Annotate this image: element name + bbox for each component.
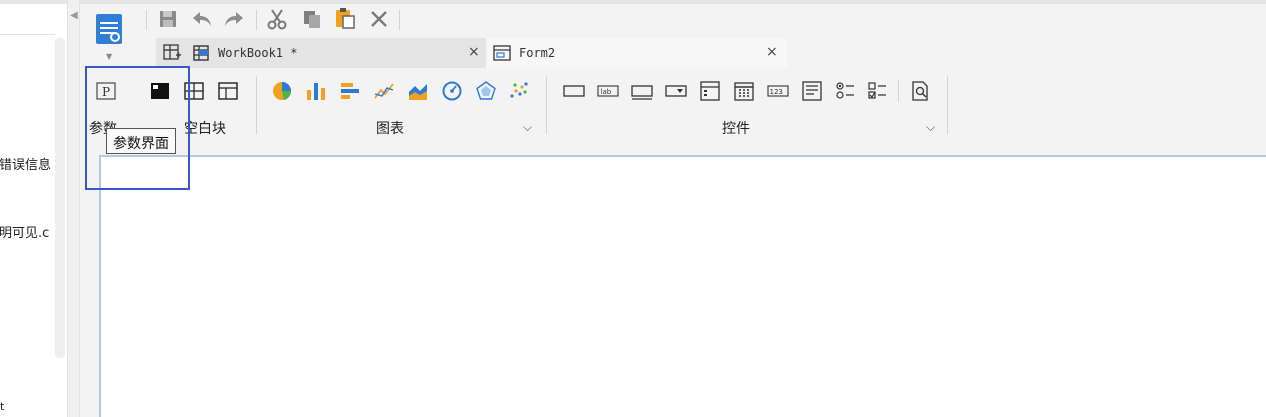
left-pane-scrollbar[interactable] <box>55 38 65 358</box>
undo-icon[interactable] <box>190 7 214 31</box>
dropdown-widget-icon[interactable] <box>665 80 687 102</box>
number-widget-icon[interactable]: 123 <box>767 80 789 102</box>
left-pane-text-1: 错误信息 <box>0 158 52 173</box>
chevron-down-icon[interactable]: ⌵ <box>523 120 532 135</box>
tab-form2-label[interactable]: Form2 × <box>493 38 783 68</box>
split-layout-icon[interactable] <box>217 80 239 102</box>
close-icon[interactable]: × <box>766 44 778 60</box>
form-design-canvas[interactable] <box>99 155 1266 417</box>
text-label-widget-icon[interactable]: lab <box>597 80 619 102</box>
copy-icon[interactable] <box>300 7 324 31</box>
close-icon[interactable]: × <box>468 44 480 60</box>
ribbon-separator <box>546 76 547 134</box>
form-icon <box>493 45 511 61</box>
area-chart-icon[interactable] <box>407 80 429 102</box>
left-pane-text-2: 明可见.c <box>0 226 50 241</box>
radar-chart-icon[interactable] <box>475 80 497 102</box>
gauge-chart-icon[interactable] <box>441 80 463 102</box>
toolbar-separator <box>399 10 400 30</box>
group-label-widget: 控件 <box>722 121 750 137</box>
group-label-chart: 图表 <box>376 121 404 137</box>
text-field-widget-icon[interactable] <box>631 80 653 102</box>
toolbar-separator <box>146 10 147 30</box>
textarea-widget-icon[interactable] <box>801 80 823 102</box>
pie-chart-icon[interactable] <box>271 80 293 102</box>
left-pane-top-strip <box>0 0 67 4</box>
horizontal-bar-chart-icon[interactable] <box>339 80 361 102</box>
pane-splitter[interactable]: ◀ <box>67 0 80 417</box>
tooltip: 参数界面 <box>106 128 176 154</box>
svg-text:lab: lab <box>601 88 612 96</box>
ribbon-separator <box>256 76 257 134</box>
chevron-down-icon[interactable]: ⌵ <box>926 120 935 135</box>
ribbon-separator <box>947 76 948 134</box>
dropdown-tree-widget-icon[interactable] <box>699 80 721 102</box>
tab-workbook1-title: WorkBook1 * <box>218 46 298 60</box>
ribbon-separator <box>898 80 899 102</box>
toolbar-separator <box>256 10 257 30</box>
report-designer-icon[interactable] <box>93 12 127 48</box>
checkbox-group-widget-icon[interactable] <box>867 80 889 102</box>
left-pane-text-3: t <box>0 400 5 413</box>
redo-icon[interactable] <box>222 7 246 31</box>
radio-group-widget-icon[interactable] <box>835 80 857 102</box>
scatter-chart-icon[interactable] <box>508 80 530 102</box>
bar-chart-icon[interactable] <box>305 80 327 102</box>
window-top-strip <box>80 0 1266 4</box>
search-query-widget-icon[interactable] <box>909 80 931 102</box>
tab-form2-title: Form2 <box>519 46 556 60</box>
label-widget-icon[interactable] <box>563 80 585 102</box>
save-icon[interactable] <box>156 7 180 31</box>
collapse-left-icon[interactable]: ◀ <box>70 10 78 21</box>
paste-icon[interactable] <box>333 6 357 30</box>
left-pane-divider <box>0 34 55 35</box>
svg-text:123: 123 <box>770 88 783 96</box>
line-chart-icon[interactable] <box>373 80 395 102</box>
workbook-icon <box>193 45 209 61</box>
chevron-down-icon[interactable]: ▼ <box>106 52 112 61</box>
delete-icon[interactable] <box>367 7 391 31</box>
group-label-blank-block: 空白块 <box>184 121 226 137</box>
new-sheet-icon[interactable] <box>162 42 182 66</box>
tab-workbook1-label[interactable]: WorkBook1 * × <box>192 38 482 68</box>
date-widget-icon[interactable] <box>733 80 755 102</box>
cut-icon[interactable] <box>265 7 289 31</box>
